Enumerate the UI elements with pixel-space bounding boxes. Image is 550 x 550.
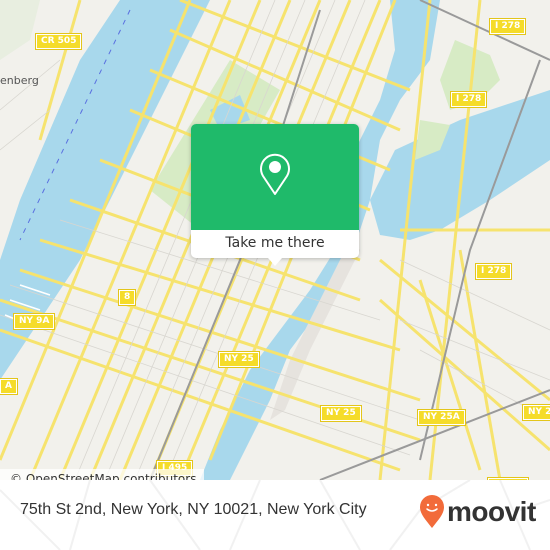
moovit-pin-icon: [420, 495, 444, 528]
location-pin-icon: [260, 153, 290, 195]
footer-bar: 75th St 2nd, New York, NY 10021, New Yor…: [0, 480, 550, 550]
road-shield-i278: I 278: [488, 18, 527, 35]
take-me-there-button[interactable]: Take me there: [191, 230, 359, 258]
moovit-wordmark: moovit: [447, 496, 536, 527]
road-shield-8: 8: [117, 289, 137, 306]
road-shield-ny2-partial: NY 2: [521, 404, 550, 421]
road-shield-ny9a-partial: A: [0, 378, 18, 395]
place-guttenberg: enberg: [0, 74, 39, 87]
popup-pointer: [268, 258, 282, 266]
road-shield-ny25: NY 25: [218, 351, 260, 368]
road-shield-ny9a: NY 9A: [12, 313, 56, 330]
road-shield-i278: I 278: [449, 91, 488, 108]
map-attribution[interactable]: © OpenStreetMap contributors: [0, 469, 205, 480]
road-shield-ny25: NY 25: [320, 405, 362, 422]
map-view[interactable]: enberg CR 505 I 278 I 278 I 278 8 NY 9A …: [0, 0, 550, 480]
destination-popup[interactable]: Take me there: [191, 124, 359, 266]
road-shield-i278: I 278: [474, 263, 513, 280]
road-shield-ny25a: NY 25A: [417, 409, 466, 426]
moovit-logo[interactable]: moovit: [419, 495, 536, 529]
road-shield-cr505: CR 505: [34, 33, 83, 50]
address-text: 75th St 2nd, New York, NY 10021, New Yor…: [20, 501, 367, 518]
popup-header: [191, 124, 359, 230]
